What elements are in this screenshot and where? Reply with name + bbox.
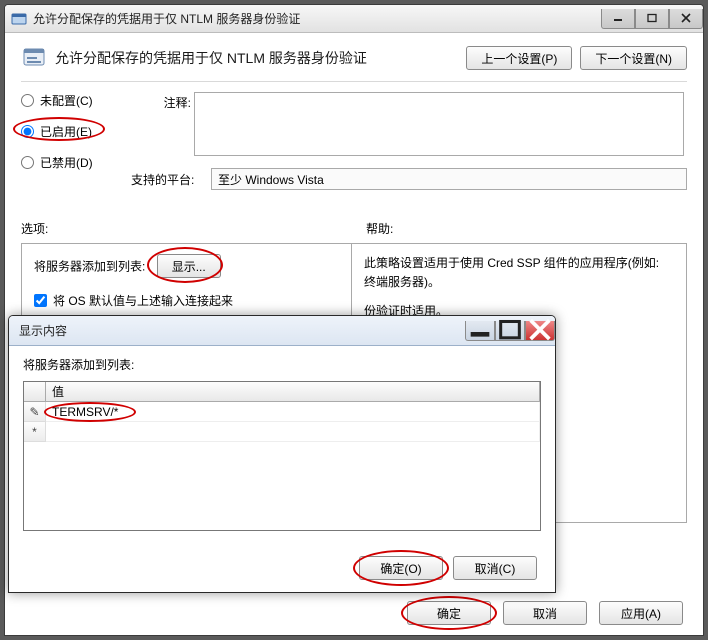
radio-enabled[interactable]: 已启用(E) bbox=[21, 123, 131, 140]
dialog-cancel-button[interactable]: 取消(C) bbox=[453, 556, 537, 580]
window-controls bbox=[601, 9, 703, 29]
page-title: 允许分配保存的凭据用于仅 NTLM 服务器身份验证 bbox=[55, 48, 458, 68]
dialog-minimize-button[interactable] bbox=[465, 321, 495, 341]
dialog-maximize-button[interactable] bbox=[495, 321, 525, 341]
next-setting-button[interactable]: 下一个设置(N) bbox=[580, 46, 687, 70]
bottom-button-row: 确定 取消 应用(A) bbox=[5, 601, 703, 625]
previous-setting-button[interactable]: 上一个设置(P) bbox=[466, 46, 572, 70]
add-servers-label: 将服务器添加到列表: bbox=[34, 260, 145, 274]
app-icon bbox=[11, 11, 27, 27]
dialog-window-controls bbox=[465, 321, 555, 341]
grid-row[interactable]: * bbox=[24, 422, 540, 442]
minimize-button[interactable] bbox=[601, 9, 635, 29]
platforms-value: 至少 Windows Vista bbox=[211, 168, 687, 190]
window-title: 允许分配保存的凭据用于仅 NTLM 服务器身份验证 bbox=[33, 10, 601, 27]
radio-unconfigured-label: 未配置(C) bbox=[40, 92, 93, 109]
dialog-title: 显示内容 bbox=[19, 322, 465, 339]
cell-value[interactable]: TERMSRV/* bbox=[52, 405, 118, 419]
radio-group: 未配置(C) 已启用(E) 已禁用(D) bbox=[21, 92, 131, 190]
options-header: 选项: bbox=[21, 220, 342, 237]
titlebar: 允许分配保存的凭据用于仅 NTLM 服务器身份验证 bbox=[5, 5, 703, 33]
values-grid[interactable]: 值 ✎ TERMSRV/* * bbox=[23, 381, 541, 531]
dialog-close-button[interactable] bbox=[525, 321, 555, 341]
grid-row[interactable]: ✎ TERMSRV/* bbox=[24, 402, 540, 422]
grid-header: 值 bbox=[24, 382, 540, 402]
notes-label: 注释: bbox=[131, 92, 191, 111]
help-header: 帮助: bbox=[342, 220, 687, 237]
help-p1: 此策略设置适用于使用 Cred SSP 组件的应用程序(例如: 终端服务器)。 bbox=[364, 254, 674, 292]
os-defaults-label: 将 OS 默认值与上述输入连接起来 bbox=[53, 292, 233, 309]
show-button[interactable]: 显示... bbox=[157, 254, 221, 278]
apply-button[interactable]: 应用(A) bbox=[599, 601, 683, 625]
platforms-label: 支持的平台: bbox=[131, 171, 211, 188]
ok-button[interactable]: 确定 bbox=[407, 601, 491, 625]
radio-disabled-label: 已禁用(D) bbox=[40, 154, 93, 171]
close-button[interactable] bbox=[669, 9, 703, 29]
notes-textarea[interactable] bbox=[194, 92, 684, 156]
new-row-icon: * bbox=[24, 422, 46, 442]
os-defaults-checkbox[interactable]: 将 OS 默认值与上述输入连接起来 bbox=[34, 292, 339, 309]
dialog-ok-button[interactable]: 确定(O) bbox=[359, 556, 443, 580]
show-contents-dialog: 显示内容 将服务器添加到列表: 值 ✎ TERMSRV/* * bbox=[8, 315, 556, 593]
dialog-titlebar: 显示内容 bbox=[9, 316, 555, 346]
cancel-button[interactable]: 取消 bbox=[503, 601, 587, 625]
maximize-button[interactable] bbox=[635, 9, 669, 29]
policy-icon bbox=[21, 45, 47, 71]
radio-enabled-label: 已启用(E) bbox=[40, 123, 92, 140]
cell-value-empty[interactable] bbox=[46, 422, 540, 442]
edit-row-icon: ✎ bbox=[24, 402, 46, 422]
radio-unconfigured[interactable]: 未配置(C) bbox=[21, 92, 131, 109]
radio-disabled[interactable]: 已禁用(D) bbox=[21, 154, 131, 171]
divider bbox=[21, 81, 687, 82]
col-header-value: 值 bbox=[46, 382, 540, 401]
dialog-list-label: 将服务器添加到列表: bbox=[23, 356, 541, 373]
